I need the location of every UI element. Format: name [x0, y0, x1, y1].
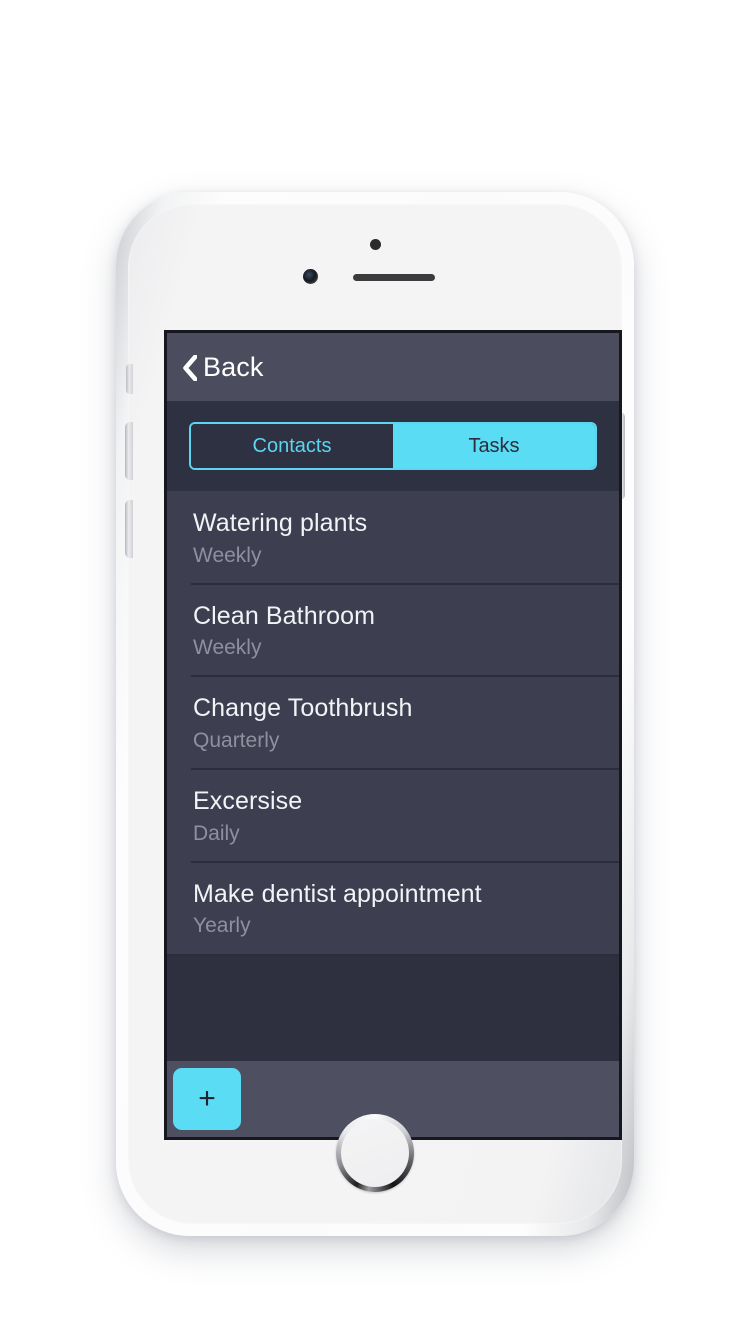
list-end-divider — [167, 954, 619, 957]
tab-contacts[interactable]: Contacts — [191, 424, 393, 468]
device-frame: Back Contacts Tasks Watering plants Weekl… — [116, 192, 634, 1236]
task-row[interactable]: Make dentist appointment Yearly — [167, 860, 619, 955]
task-frequency: Daily — [193, 821, 240, 845]
phone-screen: Back Contacts Tasks Watering plants Weekl… — [164, 330, 622, 1140]
volume-down-button[interactable] — [125, 500, 133, 558]
task-title: Watering plants — [193, 509, 368, 537]
task-list: Watering plants Weekly Clean Bathroom Weekl… — [167, 491, 619, 1061]
back-button-label: Back — [203, 351, 264, 382]
volume-up-button[interactable] — [125, 422, 133, 480]
task-row[interactable]: Watering plants Weekly — [167, 491, 619, 584]
add-task-button[interactable]: + — [173, 1068, 241, 1130]
task-frequency: Yearly — [193, 914, 251, 938]
phone-device: Back Contacts Tasks Watering plants Weekl… — [110, 182, 640, 1242]
task-frequency: Weekly — [193, 636, 262, 660]
task-frequency: Weekly — [193, 543, 262, 567]
task-title: Clean Bathroom — [193, 601, 376, 630]
segmented-control[interactable]: Contacts Tasks — [189, 422, 597, 470]
task-row[interactable]: Clean Bathroom Weekly — [167, 582, 619, 677]
speaker-grille — [353, 274, 435, 281]
navigation-bar: Back — [167, 333, 619, 401]
task-title: Make dentist appointment — [193, 879, 482, 908]
task-row[interactable]: Excersise Daily — [167, 768, 619, 862]
tab-tasks[interactable]: Tasks — [393, 424, 595, 468]
back-button[interactable]: Back — [183, 351, 264, 382]
home-button[interactable] — [336, 1114, 414, 1192]
device-bezel: Back Contacts Tasks Watering plants Weekl… — [125, 204, 625, 1224]
task-row[interactable]: Change Toothbrush Quarterly — [167, 675, 619, 770]
segmented-control-container: Contacts Tasks — [167, 401, 619, 491]
camera-icon — [303, 269, 318, 284]
task-title: Excersise — [193, 787, 303, 816]
chevron-left-icon — [183, 355, 197, 381]
mute-switch[interactable] — [126, 364, 133, 394]
sensor-icon — [370, 239, 381, 250]
task-frequency: Quarterly — [193, 728, 280, 752]
task-title: Change Toothbrush — [193, 694, 413, 723]
